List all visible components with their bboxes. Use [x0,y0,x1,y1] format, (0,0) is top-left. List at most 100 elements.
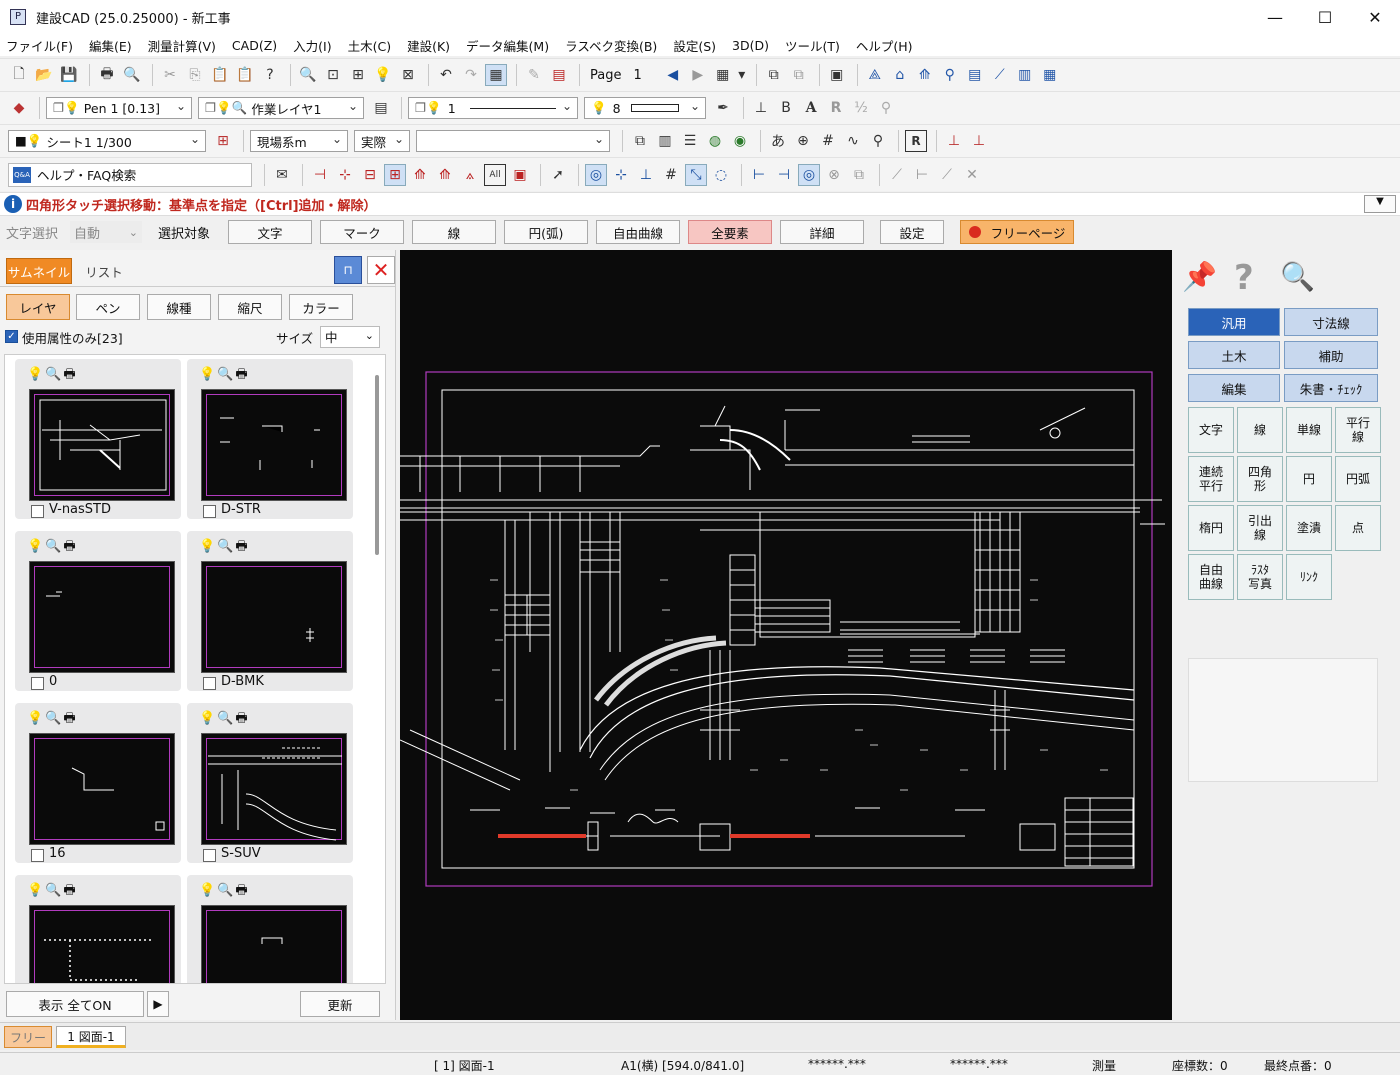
snap-tool-3-icon[interactable]: ⊹ [334,164,356,186]
snap-tool-7-icon[interactable]: ⟰ [434,164,456,186]
show-all-on-button[interactable]: 表示 全てON [6,991,144,1017]
menu-3d[interactable]: 3D(D) [732,38,769,53]
snap-tool-19-icon[interactable]: ⊣ [773,164,795,186]
layer-thumbnail[interactable]: 💡🔍🖶 [15,875,181,983]
tab-drawing-1[interactable]: 1 図面-1 [56,1026,126,1048]
text-style-icon[interactable]: A [800,97,822,119]
tab-list[interactable]: リスト [76,258,132,284]
menu-file[interactable]: ファイル(F) [6,36,73,55]
view-tool-1-icon[interactable]: ⧉ [629,130,651,152]
close-button[interactable]: ✕ [1350,0,1400,34]
survey-tool-3-icon[interactable]: ⟰ [914,64,936,86]
pin-button[interactable]: ⊓ [334,256,362,284]
view-tool-4-icon[interactable]: ◍ [704,130,726,152]
snap-tool-5-icon[interactable]: ⊞ [384,163,406,186]
tab-civil[interactable]: 土木 [1188,341,1280,369]
print-preview-icon[interactable]: 🔍 [121,64,143,86]
snap-tool-20-icon[interactable]: ◎ [798,163,820,186]
menu-edit[interactable]: 編集(E) [89,36,132,55]
layer-thumbnail[interactable]: 💡🔍🖶 D-STR [187,359,353,519]
cmd-leader-button[interactable]: 引出 線 [1237,505,1283,551]
survey-tool-8-icon[interactable]: ▦ [1039,64,1061,86]
menu-construction[interactable]: 建設(K) [407,36,450,55]
cmd-text-button[interactable]: 文字 [1188,407,1234,453]
filter-layer-button[interactable]: レイヤ [6,294,70,320]
scale-mode-select[interactable]: 実際 [354,130,410,152]
survey-tool-1-icon[interactable]: ⟁ [864,64,886,86]
help-icon[interactable]: ? [1234,258,1254,298]
print-icon[interactable]: 🖶 [96,64,118,86]
tab-thumbnail[interactable]: サムネイル [6,258,72,284]
coord-system-select[interactable]: 現場系m [250,130,348,152]
tab-free[interactable]: フリー [4,1026,52,1048]
menu-civil[interactable]: 土木(C) [348,36,391,55]
snap-tool-21-icon[interactable]: ⊗ [823,164,845,186]
tab-redline-check[interactable]: 朱書・ﾁｪｯｸ [1284,374,1378,402]
color-select[interactable]: 💡 8 [584,97,706,119]
pdf-icon[interactable]: ▤ [548,64,570,86]
snap-all-icon[interactable]: All [484,163,506,186]
free-page-button[interactable]: フリーページ [960,220,1075,244]
layer-checkbox[interactable] [203,849,216,862]
sheet-select[interactable]: ■💡 シート1 1/300 [8,130,206,152]
paste-icon[interactable]: 📋 [209,64,231,86]
cmd-raster-photo-button[interactable]: ﾗｽﾀ 写真 [1237,554,1283,600]
zoom-icon[interactable]: 🔍 [297,64,319,86]
layer-checkbox[interactable] [31,677,44,690]
thumbnail-scrollbar[interactable] [375,375,379,555]
survey-tool-6-icon[interactable]: ⟋ [989,64,1011,86]
tab-general[interactable]: 汎用 [1188,308,1280,336]
dropdown-icon[interactable]: ▾ [737,64,747,86]
cmd-free-curve-button[interactable]: 自由 曲線 [1188,554,1234,600]
extra-select[interactable] [416,130,610,152]
view-tool-2-icon[interactable]: ▥ [654,130,676,152]
cmd-line-button[interactable]: 線 [1237,407,1283,453]
eyedropper-icon[interactable]: ✒ [712,97,734,119]
eraser-icon[interactable]: ◆ [8,97,30,119]
survey-tool-4-icon[interactable]: ⚲ [939,64,961,86]
menu-survey[interactable]: 測量計算(V) [148,36,216,55]
maximize-button[interactable]: ☐ [1300,0,1350,34]
survey-tool-7-icon[interactable]: ▥ [1014,64,1036,86]
view-tool-3-icon[interactable]: ☰ [679,130,701,152]
page-remove-icon[interactable]: ⧉ [788,64,810,86]
cmd-parallel-line-button[interactable]: 平行 線 [1335,407,1381,453]
snap-tool-13-icon[interactable]: ⊹ [610,164,632,186]
pin-icon[interactable]: 📌 [1182,260,1217,293]
layer-thumbnail[interactable]: 💡🔍🖶 0 [15,531,181,691]
snap-tool-1-icon[interactable]: ✉ [271,164,293,186]
redo-icon[interactable]: ↷ [460,64,482,86]
refresh-button[interactable]: 更新 [300,991,380,1017]
copy-icon[interactable]: ⎘ [184,64,206,86]
filter-pen-button[interactable]: ペン [76,294,140,320]
menu-tools[interactable]: ツール(T) [785,36,840,55]
snap-tool-18-icon[interactable]: ⊢ [748,164,770,186]
new-file-icon[interactable]: 🗋 [8,64,30,86]
help-search-box[interactable]: Q&A ヘルプ・FAQ検索 [8,162,252,187]
text-select-combo[interactable]: 自動 ⌄ [70,221,143,243]
cmd-link-button[interactable]: ﾘﾝｸ [1286,554,1332,600]
wand-icon[interactable]: ✎ [523,64,545,86]
target-detail-button[interactable]: 詳細 [780,220,865,244]
layer-thumbnail[interactable]: 💡🔍🖶 16 [15,703,181,863]
open-folder-icon[interactable]: 📂 [33,64,55,86]
snap-tool-12-icon[interactable]: ◎ [585,163,607,186]
menu-settings[interactable]: 設定(S) [673,36,716,55]
snap-tool-8-icon[interactable]: ⟑ [459,164,481,186]
snap-tool-10-icon[interactable]: ▣ [509,164,531,186]
grid-toggle-icon[interactable]: ▦ [485,64,507,86]
linetype-select[interactable]: ❐💡 1 [408,97,578,119]
cmd-ellipse-button[interactable]: 楕円 [1188,505,1234,551]
snap-tool-4-icon[interactable]: ⊟ [359,164,381,186]
page-add-icon[interactable]: ⧉ [763,64,785,86]
cmd-single-line-button[interactable]: 単線 [1286,407,1332,453]
view-tool-5-icon[interactable]: ◉ [729,130,751,152]
raster-r-icon[interactable]: R [905,130,927,152]
view-tool-9-icon[interactable]: ∿ [842,130,864,152]
attr-tool-6-icon[interactable]: ⚲ [875,97,897,119]
target-arc-button[interactable]: 円(弧) [504,220,589,244]
menu-data-edit[interactable]: データ編集(M) [466,36,549,55]
pen-select[interactable]: ❐💡 Pen 1 [0.13] [46,97,192,119]
layer-thumbnail[interactable]: 💡🔍🖶 D-BMK [187,531,353,691]
snap-tool-26-icon[interactable]: ✕ [961,164,983,186]
